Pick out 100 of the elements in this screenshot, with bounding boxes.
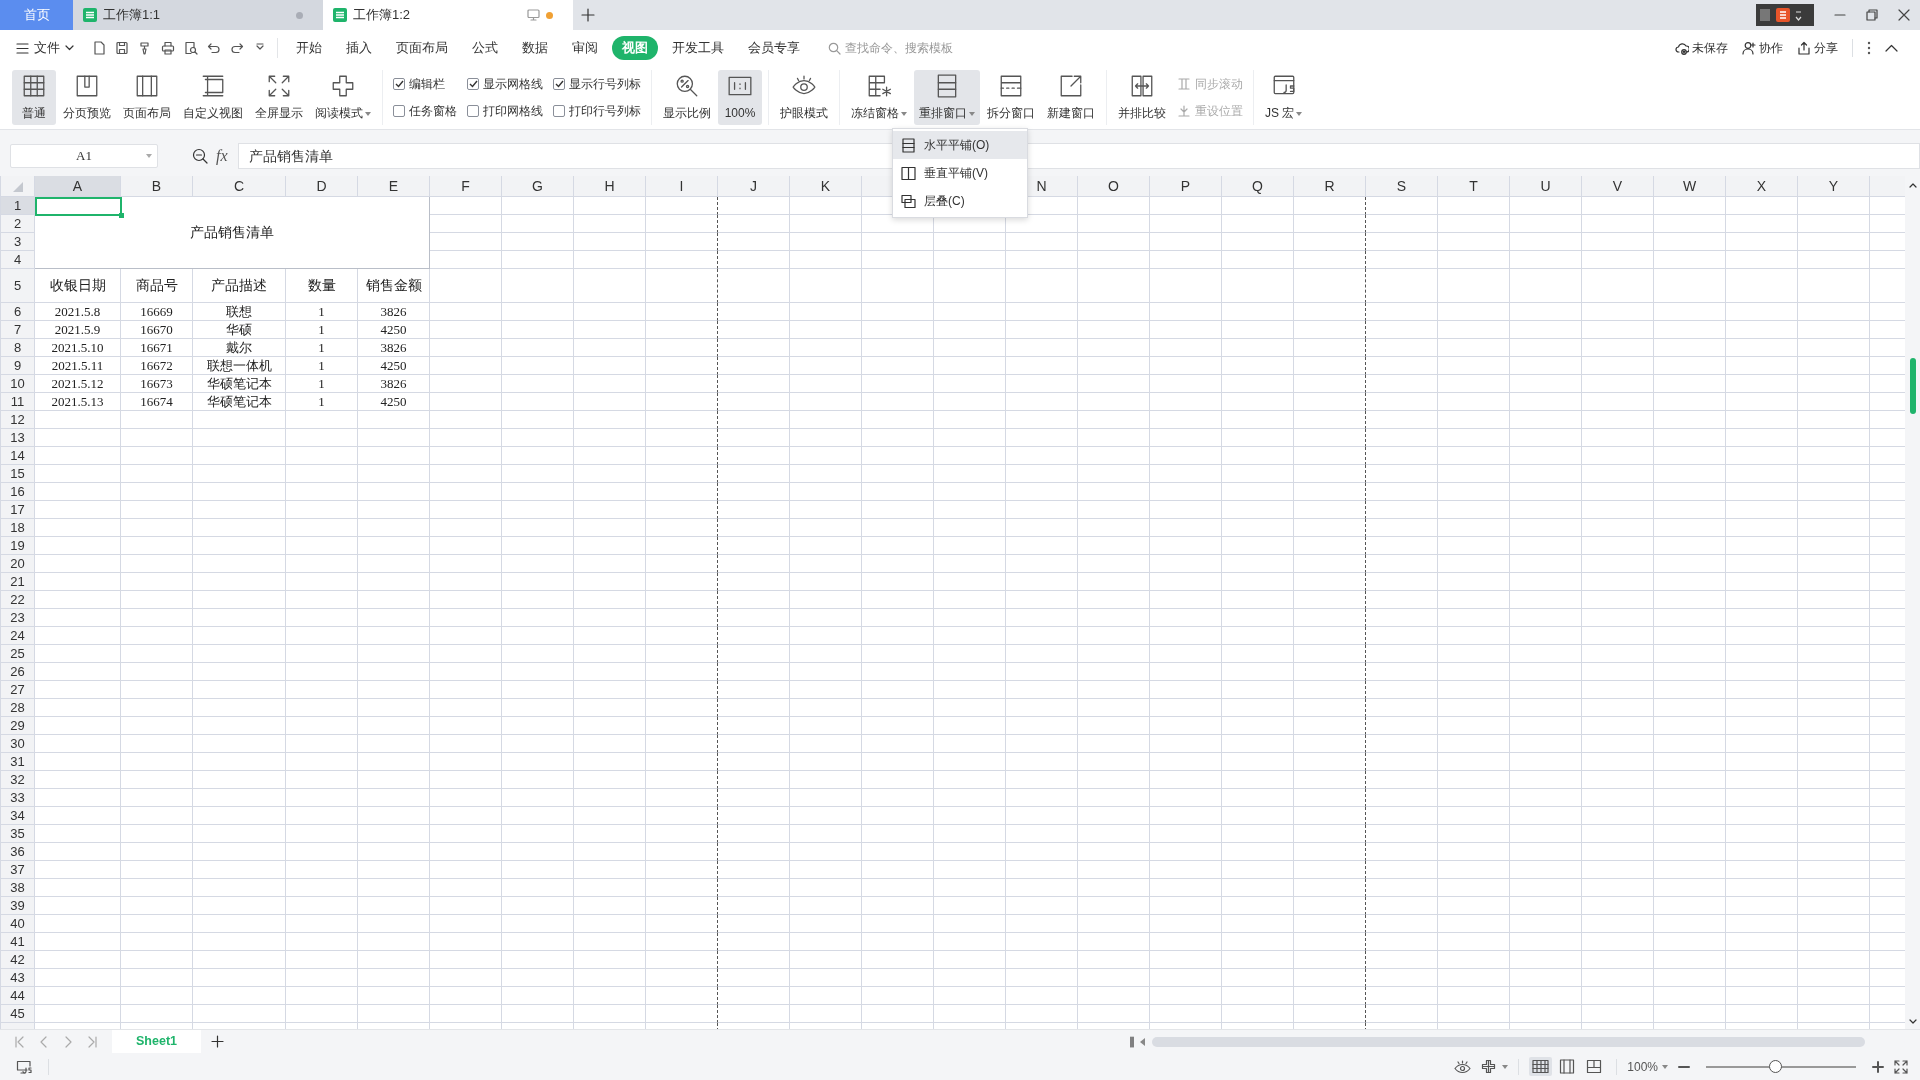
column-header[interactable]: H bbox=[574, 176, 646, 197]
row-header[interactable]: 13 bbox=[1, 429, 35, 447]
row-header[interactable]: 7 bbox=[1, 321, 35, 339]
ribbon-button[interactable]: 护眼模式 bbox=[775, 70, 833, 125]
scrollbar-thumb[interactable] bbox=[1152, 1036, 1865, 1047]
column-header[interactable]: O bbox=[1078, 176, 1150, 197]
row-header[interactable]: 44 bbox=[1, 987, 35, 1005]
toolbar-button[interactable]: 分享 bbox=[1797, 39, 1838, 57]
row-header[interactable]: 23 bbox=[1, 609, 35, 627]
checkbox[interactable]: 打印行号列标 bbox=[553, 102, 641, 121]
row-header[interactable]: 30 bbox=[1, 735, 35, 753]
ribbon-button[interactable]: 并排比较 bbox=[1113, 70, 1171, 125]
zoom-dropdown[interactable]: 100% bbox=[1627, 1057, 1668, 1076]
cross-icon[interactable] bbox=[1481, 1059, 1497, 1074]
restore-icon[interactable] bbox=[1866, 9, 1878, 21]
brush-icon[interactable] bbox=[138, 41, 152, 55]
scrollbar-thumb[interactable] bbox=[1909, 358, 1916, 414]
ribbon-button[interactable]: 普通 bbox=[12, 70, 56, 125]
row-header[interactable]: 12 bbox=[1, 411, 35, 429]
document-icon[interactable] bbox=[92, 41, 106, 55]
ribbon-button[interactable]: 阅读模式 bbox=[310, 70, 376, 125]
row-header[interactable]: 16 bbox=[1, 483, 35, 501]
checkbox[interactable]: 显示网格线 bbox=[467, 74, 543, 93]
menu-tab[interactable]: 会员专享 bbox=[738, 35, 810, 61]
row-header[interactable]: 21 bbox=[1, 573, 35, 591]
menu-item[interactable]: 水平平铺(O) bbox=[893, 131, 1027, 159]
row-header[interactable]: 1 bbox=[1, 197, 35, 215]
ribbon-button[interactable]: 100% bbox=[718, 70, 762, 125]
column-header[interactable]: C bbox=[193, 176, 286, 197]
row-header[interactable]: 41 bbox=[1, 933, 35, 951]
scroll-down-icon[interactable] bbox=[1908, 1019, 1917, 1025]
ribbon-button[interactable]: 全屏显示 bbox=[250, 70, 308, 125]
slider-thumb[interactable] bbox=[1769, 1059, 1782, 1073]
ribbon-button[interactable]: 重排窗口 bbox=[914, 70, 980, 125]
checkbox[interactable]: 任务窗格 bbox=[393, 102, 457, 121]
column-header[interactable]: F bbox=[430, 176, 502, 197]
row-header[interactable]: 35 bbox=[1, 825, 35, 843]
toolbar-button[interactable]: 协作 bbox=[1742, 39, 1783, 57]
row-header[interactable]: 29 bbox=[1, 717, 35, 735]
zoom-out-icon[interactable] bbox=[192, 148, 208, 164]
row-header[interactable]: 14 bbox=[1, 447, 35, 465]
row-header[interactable]: 36 bbox=[1, 843, 35, 861]
plus-icon[interactable] bbox=[1872, 1060, 1884, 1073]
row-header[interactable]: 2 bbox=[1, 215, 35, 233]
row-header[interactable]: 33 bbox=[1, 789, 35, 807]
column-header[interactable]: A bbox=[35, 176, 121, 197]
row-header[interactable]: 28 bbox=[1, 699, 35, 717]
chevron-up-icon[interactable] bbox=[1885, 44, 1898, 52]
redo-icon[interactable] bbox=[230, 41, 244, 55]
menu-tab[interactable]: 插入 bbox=[336, 35, 382, 61]
checkbox[interactable]: 显示行号列标 bbox=[553, 74, 641, 93]
column-header[interactable]: U bbox=[1510, 176, 1582, 197]
ribbon-button[interactable]: JS 宏 bbox=[1260, 70, 1308, 125]
menu-tab[interactable]: 公式 bbox=[462, 35, 508, 61]
row-header[interactable]: 27 bbox=[1, 681, 35, 699]
column-header[interactable]: V bbox=[1582, 176, 1654, 197]
ribbon-button[interactable]: 显示比例 bbox=[658, 70, 716, 125]
save-icon[interactable] bbox=[115, 41, 129, 55]
print-icon[interactable] bbox=[161, 41, 175, 55]
column-header[interactable]: B bbox=[121, 176, 193, 197]
column-header[interactable]: K bbox=[790, 176, 862, 197]
column-header[interactable]: W bbox=[1654, 176, 1726, 197]
checkbox[interactable]: 编辑栏 bbox=[393, 74, 457, 93]
row-header[interactable]: 4 bbox=[1, 251, 35, 269]
document-tab[interactable]: 工作簿1:2 bbox=[323, 0, 573, 30]
menu-tab[interactable]: 审阅 bbox=[562, 35, 608, 61]
row-header[interactable]: 26 bbox=[1, 663, 35, 681]
eye-icon[interactable] bbox=[1454, 1059, 1472, 1074]
row-header[interactable]: 39 bbox=[1, 897, 35, 915]
fullscreen-icon[interactable] bbox=[1894, 1059, 1908, 1074]
row-header[interactable]: 40 bbox=[1, 915, 35, 933]
row-header[interactable]: 5 bbox=[1, 269, 35, 303]
menu-tab[interactable]: 数据 bbox=[512, 35, 558, 61]
undo-icon[interactable] bbox=[207, 41, 221, 55]
scroll-left-icon[interactable] bbox=[1140, 1037, 1146, 1046]
row-header[interactable]: 3 bbox=[1, 233, 35, 251]
row-header[interactable]: 22 bbox=[1, 591, 35, 609]
row-header[interactable]: 17 bbox=[1, 501, 35, 519]
column-header[interactable]: T bbox=[1438, 176, 1510, 197]
ribbon-button[interactable]: 冻结窗格 bbox=[846, 70, 912, 125]
function-label[interactable]: fx bbox=[216, 144, 228, 168]
column-header[interactable]: R bbox=[1294, 176, 1366, 197]
column-header[interactable]: P bbox=[1150, 176, 1222, 197]
row-header[interactable]: 37 bbox=[1, 861, 35, 879]
row-header[interactable]: 45 bbox=[1, 1005, 35, 1023]
row-header[interactable]: 34 bbox=[1, 807, 35, 825]
column-header[interactable]: X bbox=[1726, 176, 1798, 197]
menu-tab[interactable]: 开发工具 bbox=[662, 35, 734, 61]
input-method-icon[interactable] bbox=[1756, 4, 1814, 26]
view-button[interactable] bbox=[1529, 1057, 1553, 1076]
column-header[interactable]: E bbox=[358, 176, 430, 197]
row-header[interactable]: 18 bbox=[1, 519, 35, 537]
row-header[interactable]: 24 bbox=[1, 627, 35, 645]
file-menu[interactable]: 文件 bbox=[8, 38, 82, 58]
column-header[interactable]: I bbox=[646, 176, 718, 197]
more-icon[interactable] bbox=[1867, 41, 1871, 55]
column-header[interactable]: S bbox=[1366, 176, 1438, 197]
ribbon-button[interactable]: 分页预览 bbox=[58, 70, 116, 125]
search-field[interactable]: 查找命令、搜索模板 bbox=[845, 39, 1005, 57]
name-box[interactable]: A1 bbox=[10, 144, 158, 168]
